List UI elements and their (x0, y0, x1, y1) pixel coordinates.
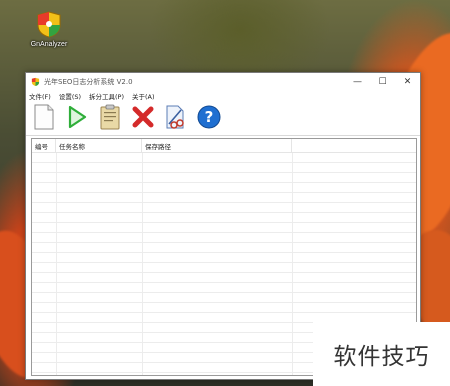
new-task-button[interactable] (31, 104, 57, 134)
menu-split-tool[interactable]: 拆分工具(P) (89, 91, 124, 101)
delete-button[interactable] (130, 105, 156, 133)
gnanalyzer-app-icon (34, 9, 64, 39)
menu-file[interactable]: 文件(F) (29, 91, 51, 101)
column-divider (142, 153, 143, 375)
window-title: 光年SEO日志分析系统 V2.0 (44, 77, 133, 86)
help-icon: ? (197, 105, 221, 133)
title-bar[interactable]: 光年SEO日志分析系统 V2.0 — ☐ ✕ (26, 73, 420, 90)
start-button[interactable] (64, 105, 90, 133)
column-header-task-name[interactable]: 任务名称 (56, 139, 142, 152)
watermark-text: 软件技巧 (313, 322, 450, 386)
delete-icon (131, 105, 155, 133)
desktop-shortcut[interactable]: GnAnalyzer (26, 7, 72, 53)
help-button[interactable]: ? (196, 105, 222, 133)
svg-text:?: ? (205, 108, 214, 126)
table-header: 编号 任务名称 保存路径 (32, 139, 416, 153)
minimize-button[interactable]: — (345, 73, 370, 90)
menu-settings[interactable]: 设置(S) (59, 91, 81, 101)
column-divider (56, 153, 57, 375)
clipboard-icon (99, 104, 121, 134)
column-header-empty (292, 139, 416, 152)
menu-about[interactable]: 关于(A) (132, 91, 155, 101)
split-tool-icon (164, 104, 188, 134)
task-list-button[interactable] (97, 104, 123, 134)
split-tool-button[interactable] (163, 105, 189, 133)
column-header-id[interactable]: 编号 (32, 139, 56, 152)
maximize-button[interactable]: ☐ (370, 73, 395, 90)
column-divider (292, 153, 293, 375)
column-header-save-path[interactable]: 保存路径 (142, 139, 292, 152)
menu-bar: 文件(F) 设置(S) 拆分工具(P) 关于(A) (26, 90, 420, 102)
close-button[interactable]: ✕ (395, 73, 420, 90)
toolbar: ? (26, 102, 420, 136)
new-file-icon (33, 104, 55, 134)
window-app-icon (31, 77, 40, 86)
play-icon (67, 105, 87, 133)
desktop-icon-label: GnAnalyzer (30, 41, 68, 48)
